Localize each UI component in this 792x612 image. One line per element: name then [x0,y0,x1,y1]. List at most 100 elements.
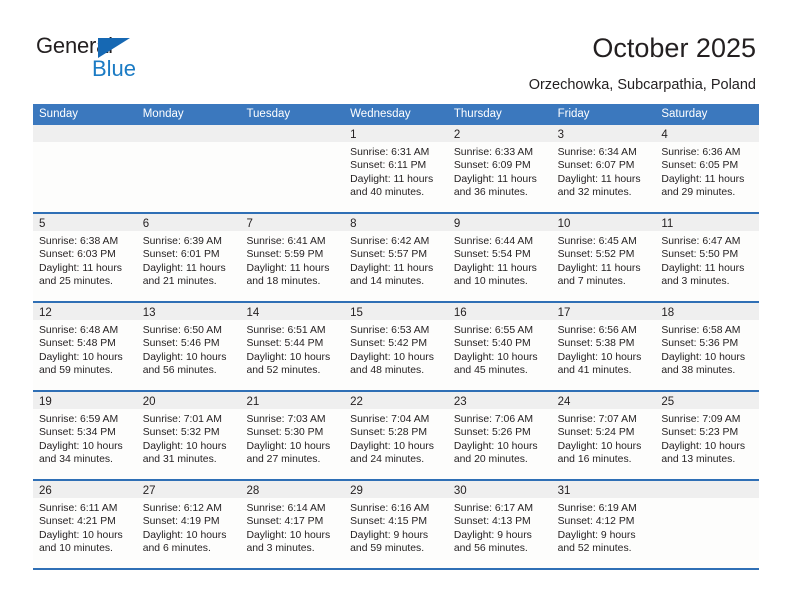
day-detail-line: Sunrise: 6:55 AM [453,325,534,336]
day-detail-line: Daylight: 10 hours [453,351,538,363]
calendar-day-cell[interactable]: 1 Sunrise: 6:31 AM Sunset: 6:11 PM Daylight… [344,125,448,212]
weekday-header-thursday: Thursday [453,108,502,120]
day-number: 25 [661,396,675,408]
day-detail-line: Sunset: 5:30 PM [246,427,324,439]
calendar-day-cell[interactable]: 29 Sunrise: 6:16 AM Sunset: 4:15 PM Dayligh… [344,481,448,568]
day-number-strip: 17 [551,303,656,320]
day-detail-line: and 14 minutes. [350,275,425,287]
calendar-day-cell[interactable]: 22 Sunrise: 7:04 AM Sunset: 5:28 PM Dayligh… [344,392,448,479]
day-detail-line: Sunset: 5:38 PM [557,338,635,350]
day-detail-line: Daylight: 11 hours [453,262,537,274]
calendar-day-cell[interactable]: 25 Sunrise: 7:09 AM Sunset: 5:23 PM Dayligh… [655,392,760,479]
day-detail-line: Sunrise: 6:59 AM [39,414,119,425]
day-number-strip: 29 [344,481,448,498]
day-number: 10 [557,218,571,230]
day-number: 1 [350,129,357,141]
day-number: 7 [246,218,253,230]
calendar-day-cell[interactable]: 11 Sunrise: 6:47 AM Sunset: 5:50 PM Dayligh… [655,214,760,301]
day-detail-line: Sunset: 4:19 PM [142,516,220,528]
day-number-strip: 22 [344,392,448,409]
day-detail-line: Sunrise: 6:12 AM [142,503,222,514]
calendar-day-cell[interactable]: 7 Sunrise: 6:41 AM Sunset: 5:59 PM Daylight… [240,214,345,301]
location-subtitle: Orzechowka, Subcarpathia, Poland [528,77,756,93]
day-detail-line: Daylight: 10 hours [39,351,123,363]
day-number-strip: 20 [136,392,241,409]
calendar-day-cell[interactable]: 16 Sunrise: 6:55 AM Sunset: 5:40 PM Dayligh… [447,303,552,390]
calendar-day-cell[interactable]: 18 Sunrise: 6:58 AM Sunset: 5:36 PM Dayligh… [655,303,760,390]
calendar-day-cell[interactable]: 31 Sunrise: 6:19 AM Sunset: 4:12 PM Dayligh… [551,481,656,568]
day-detail-line: Daylight: 10 hours [142,351,227,363]
calendar-day-cell[interactable]: 13 Sunrise: 6:50 AM Sunset: 5:46 PM Dayligh… [136,303,241,390]
day-detail-line: and 32 minutes. [557,186,632,198]
day-detail-line: Sunrise: 7:07 AM [557,414,637,425]
day-detail-line: Sunset: 4:12 PM [557,516,635,528]
day-detail-line: Sunrise: 6:45 AM [557,236,637,247]
day-number-strip: 27 [136,481,241,498]
day-detail-line: Sunset: 5:50 PM [661,249,739,261]
day-number-strip: 21 [240,392,345,409]
day-details: Sunrise: 6:44 AM Sunset: 5:54 PM Daylight:… [448,231,552,288]
weekday-header-sunday: Sunday [39,108,79,120]
day-detail-line: Daylight: 11 hours [661,173,745,185]
calendar-day-cell[interactable]: 5 Sunrise: 6:38 AM Sunset: 6:03 PM Daylight… [33,214,137,301]
calendar-day-cell[interactable]: 28 Sunrise: 6:14 AM Sunset: 4:17 PM Dayligh… [240,481,345,568]
day-details: Sunrise: 6:59 AM Sunset: 5:34 PM Daylight:… [33,409,137,466]
calendar-day-cell[interactable]: 30 Sunrise: 6:17 AM Sunset: 4:13 PM Dayligh… [447,481,552,568]
calendar-day-cell[interactable]: 10 Sunrise: 6:45 AM Sunset: 5:52 PM Dayligh… [551,214,656,301]
day-details [655,498,759,502]
calendar-day-cell[interactable]: 15 Sunrise: 6:53 AM Sunset: 5:42 PM Dayligh… [344,303,448,390]
day-detail-line: Sunset: 6:05 PM [661,160,739,172]
day-details: Sunrise: 6:53 AM Sunset: 5:42 PM Daylight:… [344,320,448,377]
calendar-day-cell[interactable]: 12 Sunrise: 6:48 AM Sunset: 5:48 PM Dayligh… [33,303,137,390]
calendar-day-cell[interactable]: 14 Sunrise: 6:51 AM Sunset: 5:44 PM Dayligh… [240,303,345,390]
calendar-day-cell[interactable]: 9 Sunrise: 6:44 AM Sunset: 5:54 PM Daylight… [447,214,552,301]
day-detail-line: and 25 minutes. [39,275,113,287]
weekday-header-wednesday: Wednesday [350,108,411,120]
calendar-day-cell[interactable]: 27 Sunrise: 6:12 AM Sunset: 4:19 PM Dayligh… [136,481,241,568]
day-detail-line: Sunrise: 6:47 AM [661,236,741,247]
day-number: 5 [39,218,46,230]
day-detail-line: Daylight: 10 hours [350,351,434,363]
calendar-day-cell[interactable]: 20 Sunrise: 7:01 AM Sunset: 5:32 PM Dayligh… [136,392,241,479]
day-detail-line: Sunset: 4:17 PM [246,516,324,528]
day-number: 3 [557,129,564,141]
day-detail-line: and 52 minutes. [557,542,632,554]
calendar-day-cell[interactable]: 3 Sunrise: 6:34 AM Sunset: 6:07 PM Daylight… [551,125,656,212]
day-number: 18 [661,307,675,319]
day-detail-line: Daylight: 10 hours [246,351,331,363]
day-detail-line: Sunset: 5:42 PM [350,338,427,350]
day-details: Sunrise: 6:55 AM Sunset: 5:40 PM Daylight:… [448,320,552,377]
day-detail-line: Sunset: 6:07 PM [557,160,635,172]
day-detail-line: Daylight: 11 hours [142,262,226,274]
day-detail-line: and 24 minutes. [350,453,425,465]
calendar-cell-empty [33,125,137,212]
calendar-week-row: 12 Sunrise: 6:48 AM Sunset: 5:48 PM Dayligh… [33,303,760,392]
day-details: Sunrise: 7:01 AM Sunset: 5:32 PM Daylight:… [137,409,241,466]
calendar-day-cell[interactable]: 6 Sunrise: 6:39 AM Sunset: 6:01 PM Daylight… [136,214,241,301]
day-detail-line: Sunset: 4:15 PM [350,516,427,528]
day-detail-line: and 3 minutes. [661,275,730,287]
calendar-day-cell[interactable]: 8 Sunrise: 6:42 AM Sunset: 5:57 PM Daylight… [344,214,448,301]
day-detail-line: and 20 minutes. [453,453,528,465]
calendar-day-cell[interactable]: 21 Sunrise: 7:03 AM Sunset: 5:30 PM Dayligh… [240,392,345,479]
day-number: 9 [453,218,461,230]
day-detail-line: and 31 minutes. [142,453,217,465]
calendar-day-cell[interactable]: 26 Sunrise: 6:11 AM Sunset: 4:21 PM Dayligh… [33,481,137,568]
day-detail-line: Sunrise: 6:16 AM [350,503,430,514]
day-details: Sunrise: 7:07 AM Sunset: 5:24 PM Daylight:… [552,409,656,466]
day-details: Sunrise: 6:41 AM Sunset: 5:59 PM Daylight:… [240,231,344,288]
day-detail-line: and 48 minutes. [350,364,425,376]
day-detail-line: Sunset: 5:52 PM [557,249,635,261]
day-number-strip: 18 [655,303,760,320]
calendar-day-cell[interactable]: 4 Sunrise: 6:36 AM Sunset: 6:05 PM Daylight… [655,125,760,212]
calendar-day-cell[interactable]: 2 Sunrise: 6:33 AM Sunset: 6:09 PM Daylight… [447,125,552,212]
day-detail-line: and 21 minutes. [142,275,217,287]
calendar-day-cell[interactable]: 17 Sunrise: 6:56 AM Sunset: 5:38 PM Dayligh… [551,303,656,390]
day-detail-line: Daylight: 10 hours [661,351,746,363]
day-detail-line: and 7 minutes. [557,275,626,287]
day-number: 11 [661,218,674,230]
day-number: 8 [350,218,357,230]
calendar-day-cell[interactable]: 23 Sunrise: 7:06 AM Sunset: 5:26 PM Dayligh… [447,392,552,479]
calendar-day-cell[interactable]: 19 Sunrise: 6:59 AM Sunset: 5:34 PM Dayligh… [33,392,137,479]
calendar-day-cell[interactable]: 24 Sunrise: 7:07 AM Sunset: 5:24 PM Dayligh… [551,392,656,479]
